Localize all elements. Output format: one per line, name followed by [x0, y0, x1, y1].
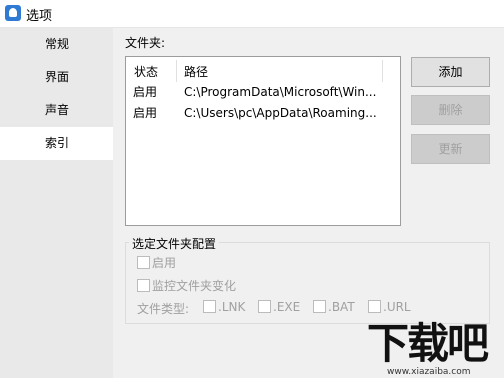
app-icon [5, 5, 21, 21]
row-path: C:\Users\pc\AppData\Roaming... [184, 106, 377, 120]
watermark-url: www.xiazaiba.com [387, 367, 471, 377]
title-bar: 选项 [0, 0, 504, 28]
filetype-url-label: .URL [383, 300, 411, 314]
column-separator[interactable] [382, 60, 383, 82]
column-separator[interactable] [176, 60, 177, 82]
column-header-path[interactable]: 路径 [184, 61, 208, 83]
row-path: C:\ProgramData\Microsoft\Win... [184, 85, 377, 99]
folder-label: 文件夹: [125, 36, 166, 50]
watermark-text: 下载吧 [367, 319, 489, 368]
checkbox-box[interactable] [368, 300, 381, 313]
sidebar: 常规 界面 声音 索引 [0, 28, 113, 378]
filetype-url-checkbox[interactable]: .URL [368, 300, 411, 314]
enable-checkbox[interactable]: 启用 [137, 254, 176, 271]
update-button[interactable]: 更新 [411, 134, 490, 164]
checkbox-box[interactable] [313, 300, 326, 313]
filetype-exe-checkbox[interactable]: .EXE [258, 300, 300, 314]
row-status: 启用 [133, 106, 158, 120]
filetype-lnk-checkbox[interactable]: .LNK [203, 300, 245, 314]
filetype-lnk-label: .LNK [218, 300, 246, 314]
sidebar-item-index[interactable]: 索引 [0, 127, 113, 160]
checkbox-box[interactable] [137, 279, 150, 292]
filetype-label: 文件类型: [137, 302, 190, 316]
add-button[interactable]: 添加 [411, 57, 490, 87]
filetype-exe-label: .EXE [273, 300, 301, 314]
filetype-bat-label: .BAT [328, 300, 355, 314]
sidebar-item-interface[interactable]: 界面 [0, 61, 113, 94]
column-header-status[interactable]: 状态 [134, 61, 158, 83]
folder-list[interactable]: 状态 路径 启用 C:\ProgramData\Microsoft\Win...… [125, 56, 401, 226]
enable-label: 启用 [152, 256, 177, 270]
watermark-logo: 下载吧 www.xiazaiba.com [367, 320, 504, 378]
row-status: 启用 [133, 85, 158, 99]
sidebar-item-general[interactable]: 常规 [0, 28, 113, 61]
sidebar-item-sound[interactable]: 声音 [0, 94, 113, 127]
filetype-bat-checkbox[interactable]: .BAT [313, 300, 355, 314]
config-group-title: 选定文件夹配置 [129, 235, 220, 252]
monitor-changes-checkbox[interactable]: 监控文件夹变化 [137, 277, 236, 294]
checkbox-box[interactable] [203, 300, 216, 313]
delete-button[interactable]: 删除 [411, 95, 490, 125]
window-title: 选项 [26, 9, 53, 24]
checkbox-box[interactable] [258, 300, 271, 313]
monitor-label: 监控文件夹变化 [152, 279, 237, 293]
checkbox-box[interactable] [137, 256, 150, 269]
